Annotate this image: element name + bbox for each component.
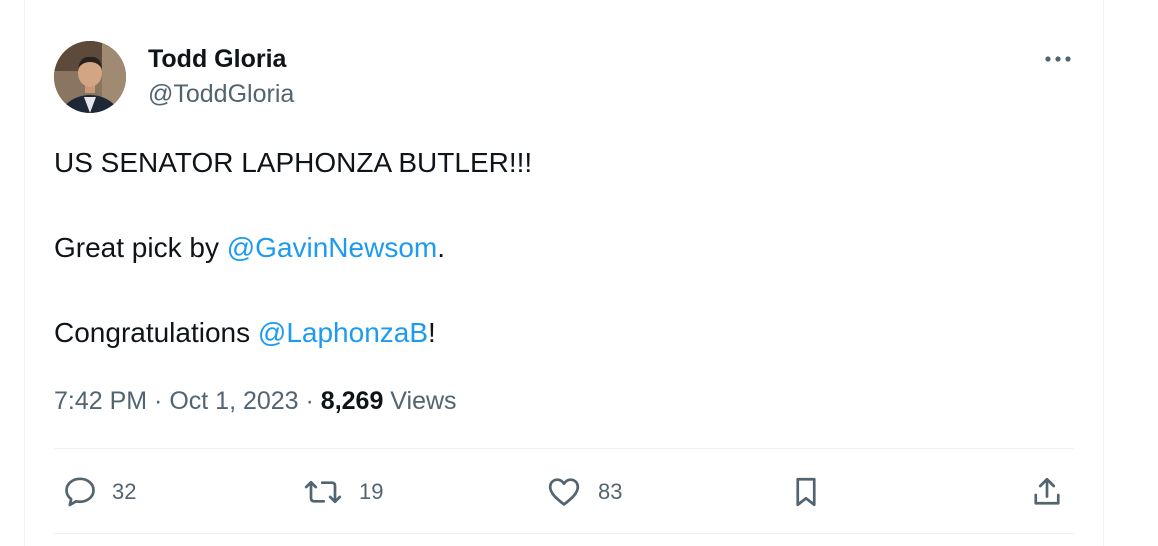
tweet-text-segment: . bbox=[437, 232, 445, 263]
divider bbox=[54, 533, 1074, 534]
meta-separator: · bbox=[147, 387, 170, 415]
meta-separator: · bbox=[298, 387, 321, 415]
reply-count: 32 bbox=[112, 479, 137, 504]
share-button[interactable] bbox=[1029, 473, 1065, 511]
tweet-header: Todd Gloria @ToddGloria bbox=[54, 41, 1084, 113]
tweet-text-segment: Great pick by bbox=[54, 232, 227, 263]
reply-button[interactable]: 32 bbox=[62, 473, 136, 511]
tweet-text-segment: US SENATOR LAPHONZA BUTLER!!! bbox=[54, 147, 533, 178]
avatar-image bbox=[54, 41, 126, 113]
more-horizontal-icon bbox=[1045, 56, 1071, 62]
author-handle[interactable]: @ToddGloria bbox=[148, 78, 294, 110]
bookmark-button[interactable] bbox=[788, 473, 824, 511]
divider bbox=[54, 448, 1074, 449]
tweet-line: Congratulations @LaphonzaB! bbox=[54, 312, 1074, 354]
tweet-text: US SENATOR LAPHONZA BUTLER!!! Great pick… bbox=[54, 142, 1074, 354]
views-label: Views bbox=[383, 387, 457, 415]
mention-link-gavinnewsom[interactable]: @GavinNewsom bbox=[227, 232, 437, 263]
avatar[interactable] bbox=[54, 41, 126, 113]
tweet-line: US SENATOR LAPHONZA BUTLER!!! bbox=[54, 142, 1074, 184]
views-count: 8,269 bbox=[320, 387, 384, 415]
more-options-button[interactable] bbox=[1043, 49, 1073, 69]
author-display-name[interactable]: Todd Gloria bbox=[148, 44, 294, 74]
repost-button[interactable]: 19 bbox=[303, 473, 383, 511]
tweet-line: Great pick by @GavinNewsom. bbox=[54, 227, 1074, 269]
repost-count: 19 bbox=[359, 479, 384, 504]
bookmark-icon bbox=[796, 477, 816, 507]
tweet-time[interactable]: 7:42 PM bbox=[54, 387, 147, 415]
repost-arrows-icon bbox=[304, 480, 342, 504]
tweet-date[interactable]: Oct 1, 2023 bbox=[169, 387, 298, 415]
author-names: Todd Gloria @ToddGloria bbox=[148, 44, 294, 110]
tweet-text-segment: ! bbox=[428, 317, 436, 348]
tweet-meta: 7:42 PM · Oct 1, 2023 · 8,269 Views bbox=[54, 384, 457, 418]
heart-icon bbox=[548, 478, 580, 506]
like-count: 83 bbox=[598, 479, 623, 504]
share-upload-icon bbox=[1034, 477, 1060, 505]
mention-link-laphonzab[interactable]: @LaphonzaB bbox=[258, 317, 428, 348]
tweet-text-segment: Congratulations bbox=[54, 317, 258, 348]
like-button[interactable]: 83 bbox=[546, 473, 622, 511]
speech-bubble-icon bbox=[65, 477, 95, 507]
